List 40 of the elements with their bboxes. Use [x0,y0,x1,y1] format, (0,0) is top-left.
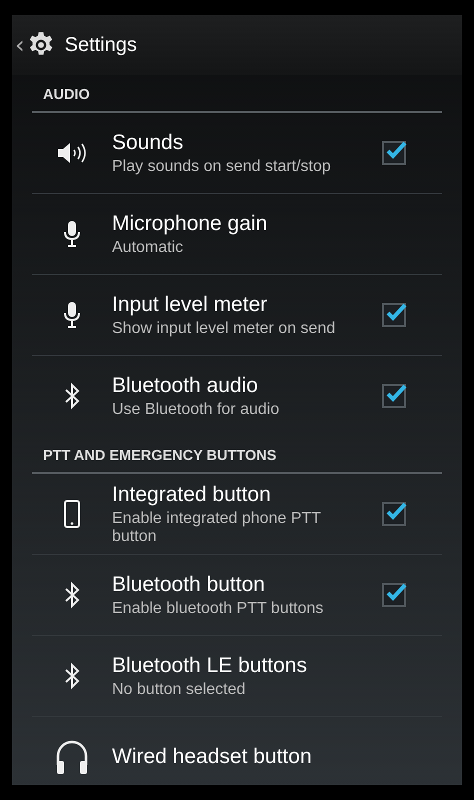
phone-icon [64,500,80,528]
item-title: Bluetooth button [112,572,266,596]
settings-item[interactable]: Integrated button Enable integrated phone PTT button [32,474,442,554]
item-title: Integrated button [112,482,272,506]
settings-item[interactable]: Input level meter Show input level meter on send [32,275,442,355]
bluetooth-icon [64,382,80,410]
checkbox[interactable] [382,384,406,408]
speaker-icon [57,141,87,165]
item-summary: Use Bluetooth for audio [112,400,280,418]
item-summary: Enable bluetooth PTT buttons [112,600,324,618]
settings-item[interactable]: Sounds Play sounds on send start/stop [32,113,442,193]
headphones-icon [55,739,89,775]
item-summary: Show input level meter on send [112,320,336,338]
section-header: PTT AND EMERGENCY BUTTONS [42,447,278,466]
item-summary: Enable integrated phone PTT button [112,510,322,546]
checkbox[interactable] [382,583,406,607]
settings-item[interactable]: Bluetooth audio Use Bluetooth for audio [32,356,442,436]
checkbox[interactable] [382,303,406,327]
checkbox[interactable] [382,141,406,165]
item-title: Bluetooth audio [112,374,259,398]
item-title: Input level meter [112,292,268,316]
microphone-icon [63,220,81,248]
settings-item[interactable]: Microphone gain Automatic [32,194,442,274]
item-summary: No button selected [112,680,246,698]
item-title: Wired headset button [112,745,313,769]
screen-title: Settings [64,34,137,56]
item-summary: Play sounds on send start/stop [112,158,332,176]
settings-item[interactable]: Bluetooth LE buttons No button selected [32,636,442,716]
item-summary: Automatic [112,238,184,256]
checkbox[interactable] [382,502,406,526]
bluetooth-icon [64,662,80,690]
item-title: Sounds [112,130,184,154]
item-title: Bluetooth LE buttons [112,654,308,678]
section-header: AUDIO [42,86,91,105]
settings-item[interactable]: Wired headset button [32,717,442,785]
item-title: Microphone gain [112,212,268,236]
settings-item[interactable]: Bluetooth button Enable bluetooth PTT buttons [32,555,442,635]
back-button[interactable]: ‹ [12,33,25,57]
bluetooth-icon [64,581,80,609]
microphone-icon [63,301,81,329]
